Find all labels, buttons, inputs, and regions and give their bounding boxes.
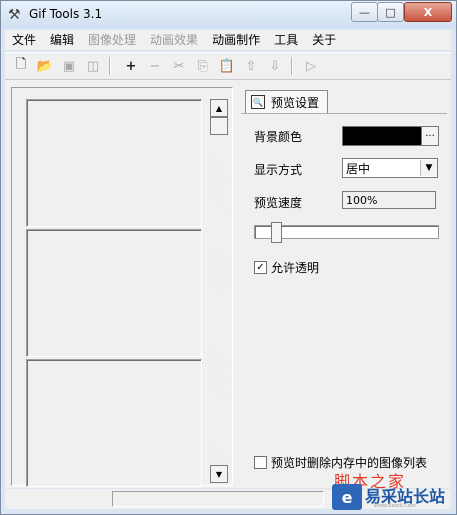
arrow-down-icon: ▼	[215, 469, 223, 479]
menu-animation-effects[interactable]: 动画效果	[143, 30, 205, 50]
open-folder-icon[interactable]: 📂	[35, 56, 55, 76]
toolbar-separator	[291, 57, 293, 75]
checkmark-icon: ✓	[256, 262, 265, 273]
toolbar: 🗋 📂 ▣ ◫ + − ✂ ⎘ 📋 ⇧ ⇩ ▷	[5, 52, 451, 80]
play-icon[interactable]: ▷	[301, 56, 321, 76]
menu-bar: 文件 编辑 图像处理 动画效果 动画制作 工具 关于	[5, 30, 451, 50]
menu-edit[interactable]: 编辑	[43, 30, 81, 50]
display-mode-value: 居中	[346, 161, 371, 176]
status-pane	[112, 491, 324, 507]
menu-tools[interactable]: 工具	[267, 30, 305, 50]
frame-thumbnail[interactable]	[26, 99, 202, 227]
allow-transparent-checkbox[interactable]: ✓	[254, 261, 267, 274]
frame-list-scrollbar[interactable]: ▲ ▼	[210, 99, 228, 483]
menu-image-processing[interactable]: 图像处理	[81, 30, 143, 50]
scroll-down-button[interactable]: ▼	[210, 465, 228, 483]
display-mode-label: 显示方式	[254, 163, 303, 177]
tab-preview-settings[interactable]: 🔍 预览设置	[245, 90, 328, 113]
maximize-button[interactable]: □	[377, 2, 404, 22]
minimize-icon: —	[359, 5, 370, 19]
close-button[interactable]: X	[404, 2, 452, 22]
window-title: Gif Tools 3.1	[29, 7, 103, 21]
scrollbar-thumb[interactable]	[210, 117, 228, 135]
frame-list-panel	[11, 87, 233, 487]
tab-divider	[241, 113, 447, 114]
bg-color-picker-button[interactable]: ···	[421, 126, 439, 146]
maximize-icon: □	[385, 5, 396, 19]
add-icon[interactable]: +	[121, 56, 141, 76]
move-down-icon[interactable]: ⇩	[265, 56, 285, 76]
menu-file[interactable]: 文件	[5, 30, 43, 50]
paste-icon[interactable]: 📋	[217, 56, 237, 76]
tools-icon: ⚒	[8, 7, 21, 23]
close-icon: X	[423, 5, 433, 19]
title-bar: ⚒ Gif Tools 3.1 — □ X	[1, 1, 456, 29]
speed-label: 预览速度	[254, 196, 303, 210]
minimize-button[interactable]: —	[351, 2, 378, 22]
delete-on-preview-checkbox[interactable]	[254, 456, 267, 469]
arrow-up-icon: ▲	[215, 103, 223, 113]
speed-slider-handle[interactable]	[271, 222, 283, 243]
speed-field: 100%	[342, 191, 436, 209]
frame-thumbnail[interactable]	[26, 359, 202, 487]
remove-icon[interactable]: −	[145, 56, 165, 76]
chevron-down-icon[interactable]: ▼	[420, 160, 437, 176]
cut-icon[interactable]: ✂	[169, 56, 189, 76]
bg-color-swatch[interactable]	[342, 126, 422, 146]
allow-transparent-label: 允许透明	[271, 261, 320, 275]
display-mode-select[interactable]: 居中 ▼	[342, 158, 438, 178]
preview-icon: 🔍	[251, 95, 265, 109]
menu-animation-making[interactable]: 动画制作	[205, 30, 267, 50]
new-file-icon[interactable]: 🗋	[11, 56, 31, 76]
move-up-icon[interactable]: ⇧	[241, 56, 261, 76]
copy-icon[interactable]: ⎘	[193, 56, 213, 76]
save-icon[interactable]: ▣	[59, 56, 79, 76]
tab-label: 预览设置	[271, 95, 320, 110]
menu-about[interactable]: 关于	[305, 30, 343, 50]
watermark-logo-icon: e	[332, 484, 362, 510]
watermark-url-text: Www.Easck.Com	[374, 503, 416, 509]
watermark: 脚本之家 e 易采站长站 Www.Easck.Com	[320, 470, 455, 512]
bg-color-label: 背景颜色	[254, 130, 303, 144]
scroll-up-button[interactable]: ▲	[210, 99, 228, 117]
ellipsis-icon: ···	[425, 130, 435, 142]
save-all-icon[interactable]: ◫	[83, 56, 103, 76]
frame-thumbnail[interactable]	[26, 229, 202, 357]
toolbar-separator	[109, 57, 111, 75]
